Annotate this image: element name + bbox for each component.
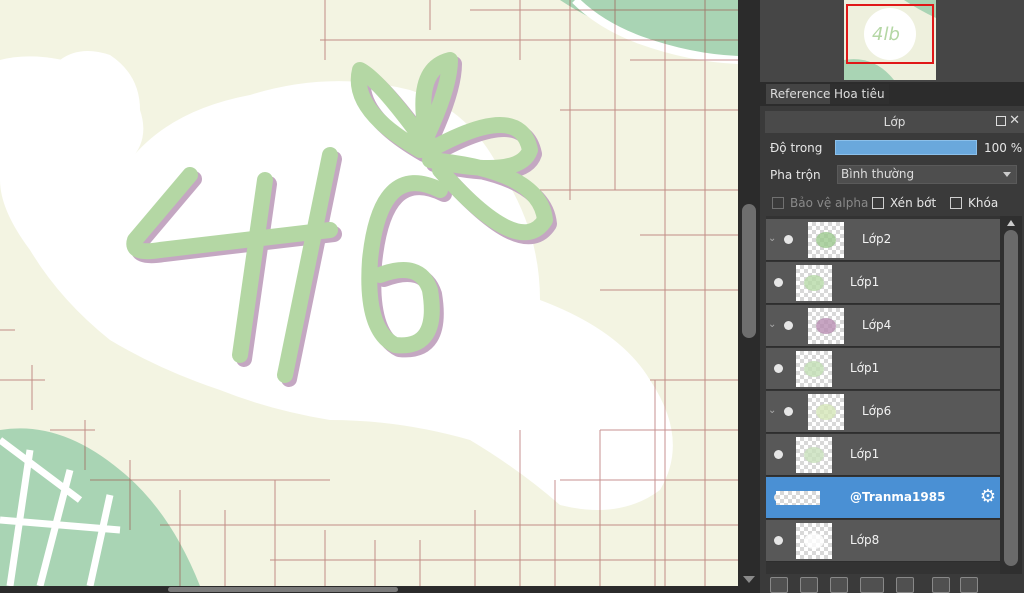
panel-tabs: Reference Hoa tiêu	[760, 82, 1024, 106]
thumbnail-content	[804, 361, 824, 377]
canvas-horizontal-scroll-thumb[interactable]	[168, 587, 398, 592]
eye-icon[interactable]	[784, 235, 793, 244]
layer-thumbnail	[796, 351, 832, 387]
layer-list-scroll-thumb[interactable]	[1004, 230, 1018, 566]
scroll-up-icon[interactable]	[1007, 220, 1015, 226]
close-icon[interactable]: ✕	[1009, 113, 1020, 129]
navigator-viewport-frame[interactable]	[846, 4, 934, 64]
clipping-checkbox[interactable]: Xén bớt	[872, 195, 936, 211]
eye-icon[interactable]	[774, 450, 783, 459]
thumbnail-content	[804, 447, 824, 463]
eye-icon[interactable]	[774, 536, 783, 545]
folder-icon[interactable]	[896, 577, 914, 593]
clipping-indicator-icon: ⌄	[768, 233, 777, 244]
layer-row[interactable]: Lớp1	[766, 348, 1000, 390]
layer-name: @Tranma1985	[850, 490, 946, 504]
tab-reference[interactable]: Reference	[766, 84, 835, 104]
protect-alpha-label: Bảo vệ alpha	[790, 196, 869, 210]
blend-mode-select[interactable]: Bình thường	[837, 165, 1017, 184]
layer-thumbnail	[796, 437, 832, 473]
blend-mode-label: Pha trộn	[770, 168, 821, 182]
layer-row[interactable]: Lớp1	[766, 262, 1000, 304]
layer-name: Lớp8	[850, 533, 880, 547]
thumbnail-content	[816, 318, 836, 334]
layer-row[interactable]: ⌄ Lớp4	[766, 305, 1000, 347]
eye-icon[interactable]	[784, 321, 793, 330]
layer-name: Lớp1	[850, 447, 880, 461]
layer-list: ⌄ Lớp2 Lớp1 ⌄ Lớp4 Lớp1 ⌄ Lớp6 Lớp1 @Tranma1985 ⚙ L…	[766, 216, 1000, 586]
layer-thumbnail	[808, 222, 844, 258]
thumbnail-content	[816, 232, 836, 248]
lock-checkbox[interactable]: Khóa	[950, 195, 998, 211]
navigator-preview: 4lb	[760, 0, 1024, 82]
layer-panel-title: Lớp	[883, 115, 906, 129]
layer-row[interactable]: @Tranma1985 ⚙	[766, 477, 1000, 519]
canvas-horizontal-scrollbar[interactable]	[0, 586, 738, 593]
lock-label: Khóa	[968, 196, 999, 210]
layer-row[interactable]: Lớp1	[766, 434, 1000, 476]
canvas-vertical-scroll-thumb[interactable]	[742, 204, 756, 338]
eye-icon[interactable]	[784, 407, 793, 416]
clipping-indicator-icon: ⌄	[768, 319, 777, 330]
layer-thumbnail	[796, 265, 832, 301]
layer-toolbar	[760, 574, 1024, 593]
merge-icon[interactable]	[960, 577, 978, 593]
layer-list-scrollbar[interactable]	[1000, 216, 1022, 586]
opacity-slider[interactable]	[835, 140, 977, 155]
new-page-icon[interactable]	[770, 577, 788, 593]
layer-name: Lớp1	[850, 361, 880, 375]
gear-icon[interactable]: ⚙	[980, 488, 996, 506]
layer-panel-header: Lớp ✕	[765, 111, 1024, 133]
layer-name: Lớp1	[850, 275, 880, 289]
add-layer-dropdown-icon[interactable]	[860, 577, 884, 593]
layer-thumbnail	[776, 491, 820, 505]
checkbox-box	[950, 196, 962, 209]
layer-thumbnail	[808, 394, 844, 430]
opacity-value: 100 %	[984, 141, 1023, 155]
layer-thumbnail	[796, 523, 832, 559]
layer-name: Lớp2	[862, 232, 892, 246]
protect-alpha-checkbox[interactable]: Bảo vệ alpha	[772, 195, 868, 211]
drawing-canvas[interactable]	[0, 0, 738, 586]
layer-thumbnail	[808, 308, 844, 344]
duplicate-icon[interactable]	[932, 577, 950, 593]
thumbnail-content	[816, 404, 836, 420]
opacity-label: Độ trong	[770, 141, 823, 155]
eye-icon[interactable]	[774, 278, 783, 287]
chevron-down-icon	[1003, 172, 1011, 177]
layer-name: Lớp4	[862, 318, 892, 332]
scroll-down-icon[interactable]	[743, 576, 755, 583]
clipping-label: Xén bớt	[890, 196, 937, 210]
new-halftone-layer-icon[interactable]	[830, 577, 848, 593]
layer-row[interactable]: ⌄ Lớp6	[766, 391, 1000, 433]
thumbnail-content	[804, 275, 824, 291]
layer-row[interactable]: ⌄ Lớp2	[766, 219, 1000, 261]
thumbnail-content	[804, 533, 824, 549]
canvas-artwork	[0, 0, 738, 586]
clipping-indicator-icon: ⌄	[768, 405, 777, 416]
tab-navigator[interactable]: Hoa tiêu	[830, 84, 889, 104]
right-panel: 4lb Reference Hoa tiêu Lớp ✕ Độ trong 10…	[760, 0, 1024, 593]
popout-icon[interactable]	[996, 116, 1006, 126]
layer-row[interactable]: Lớp8	[766, 520, 1000, 562]
checkbox-box	[772, 196, 784, 209]
blend-mode-value: Bình thường	[841, 167, 915, 181]
eye-icon[interactable]	[774, 364, 783, 373]
canvas-vertical-scrollbar[interactable]	[738, 0, 760, 593]
new-layer-icon[interactable]	[800, 577, 818, 593]
layer-name: Lớp6	[862, 404, 892, 418]
checkbox-box	[872, 196, 884, 209]
